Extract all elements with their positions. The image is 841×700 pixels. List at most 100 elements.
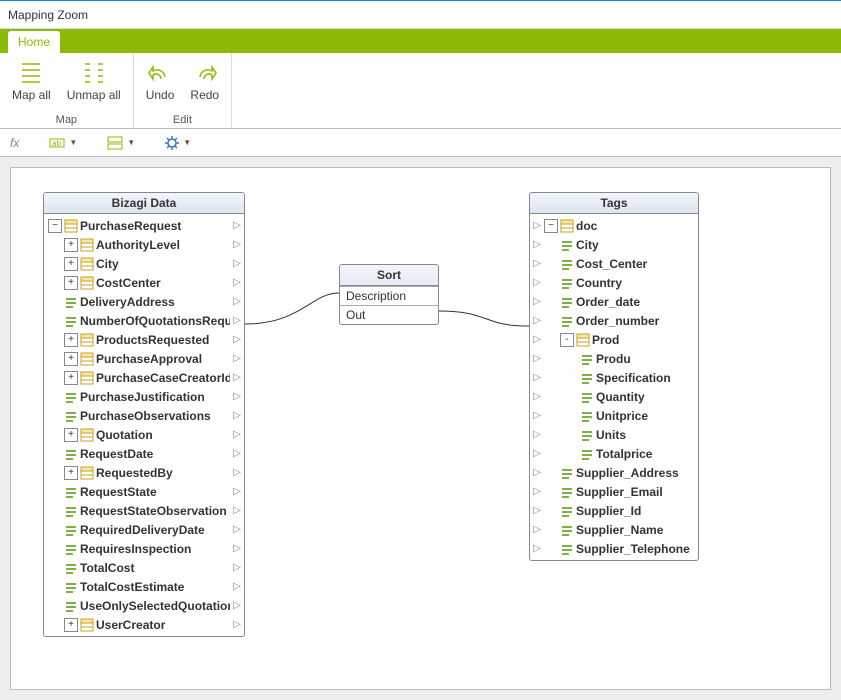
port-icon (230, 619, 244, 630)
tree-item[interactable]: RequiresInspection (44, 539, 244, 558)
redo-label: Redo (190, 88, 219, 102)
tree-item[interactable]: RequestDate (44, 444, 244, 463)
text-icon (64, 523, 78, 537)
redo-button[interactable]: Redo (184, 57, 225, 104)
tree-item-label: UseOnlySelectedQuotation (80, 599, 230, 613)
tree-item-child[interactable]: Produ (530, 349, 698, 368)
tree-item[interactable]: Cost_Center (530, 254, 698, 273)
port-icon (530, 391, 544, 402)
tree-item[interactable]: +PurchaseCaseCreatorId (44, 368, 244, 387)
text-icon (560, 276, 574, 290)
mapping-canvas[interactable]: Bizagi Data −PurchaseRequest+AuthorityLe… (10, 167, 831, 690)
expand-icon[interactable]: + (64, 466, 78, 480)
sort-node[interactable]: Sort Description Out (339, 264, 439, 325)
map-all-button[interactable]: Map all (6, 57, 57, 104)
tree-item[interactable]: RequiredDeliveryDate (44, 520, 244, 539)
tree-item[interactable]: Supplier_Name (530, 520, 698, 539)
tree-root[interactable]: −PurchaseRequest (44, 216, 244, 235)
tree-item-child[interactable]: Unitprice (530, 406, 698, 425)
collapse-icon[interactable]: − (48, 219, 62, 233)
tree-root[interactable]: −doc (530, 216, 698, 235)
sort-row-description[interactable]: Description (340, 286, 438, 305)
expand-icon[interactable]: + (64, 333, 78, 347)
tree-item[interactable]: +RequestedBy (44, 463, 244, 482)
expand-icon[interactable]: + (64, 371, 78, 385)
toolbar-item-1[interactable]: ab ▼ (49, 136, 77, 150)
tree-item[interactable]: NumberOfQuotationsRequir (44, 311, 244, 330)
tags-panel[interactable]: Tags −docCityCost_Center Country Order_dat… (529, 192, 699, 561)
ribbon-group-map-label: Map (56, 114, 77, 126)
text-icon (64, 561, 78, 575)
entity-icon (560, 219, 574, 233)
tree-item-label: AuthorityLevel (96, 238, 230, 252)
tree-item[interactable]: +City (44, 254, 244, 273)
ribbon: Map all Unmap all Map Undo (0, 53, 841, 129)
expand-icon[interactable]: + (64, 257, 78, 271)
tree-item-label: Supplier_Address (576, 466, 698, 480)
tab-home[interactable]: Home (8, 31, 60, 53)
toolbar-item-2[interactable]: ▼ (107, 136, 135, 150)
port-icon (230, 277, 244, 288)
toolbar-item-3[interactable]: ▼ (165, 136, 191, 150)
port-icon (530, 353, 544, 364)
expand-icon[interactable]: + (64, 276, 78, 290)
expand-icon[interactable]: + (64, 238, 78, 252)
port-icon (530, 429, 544, 440)
tree-item[interactable]: Supplier_Address (530, 463, 698, 482)
tree-item[interactable]: RequestStateObservation (44, 501, 244, 520)
tree-item[interactable]: +PurchaseApproval (44, 349, 244, 368)
port-icon (230, 391, 244, 402)
expand-icon[interactable]: + (64, 428, 78, 442)
tree-item[interactable]: PurchaseObservations (44, 406, 244, 425)
expand-icon[interactable]: - (560, 333, 574, 347)
tab-strip: Home (0, 29, 841, 53)
tree-item-child[interactable]: Specification (530, 368, 698, 387)
port-icon (530, 334, 544, 345)
unmap-all-button[interactable]: Unmap all (61, 57, 127, 104)
tree-item[interactable]: Supplier_Id (530, 501, 698, 520)
tree-item[interactable]: City (530, 235, 698, 254)
tree-item[interactable]: +CostCenter (44, 273, 244, 292)
ribbon-group-map: Map all Unmap all Map (0, 53, 134, 128)
sort-out-label: Out (340, 308, 438, 322)
tree-item[interactable]: Supplier_Email (530, 482, 698, 501)
bizagi-data-panel[interactable]: Bizagi Data −PurchaseRequest+AuthorityLe… (43, 192, 245, 637)
collapse-icon[interactable]: − (544, 219, 558, 233)
tree-item[interactable]: +Quotation (44, 425, 244, 444)
tree-item-child[interactable]: Quantity (530, 387, 698, 406)
tree-item[interactable]: + AuthorityLevel (44, 235, 244, 254)
entity-icon (80, 238, 94, 252)
text-icon (560, 466, 574, 480)
port-icon (230, 600, 244, 611)
tree-item[interactable]: TotalCostEstimate (44, 577, 244, 596)
tree-item[interactable]: DeliveryAddress (44, 292, 244, 311)
fx-button[interactable]: fx (10, 136, 19, 150)
tree-item[interactable]: Supplier_Telephone (530, 539, 698, 558)
tree-item-label: Country (576, 276, 698, 290)
text-icon (64, 542, 78, 556)
port-icon (230, 543, 244, 554)
undo-button[interactable]: Undo (140, 57, 181, 104)
expand-icon[interactable]: + (64, 618, 78, 632)
tree-item[interactable]: TotalCost (44, 558, 244, 577)
tree-item[interactable]: PurchaseJustification (44, 387, 244, 406)
tree-item[interactable]: + ProductsRequested (44, 330, 244, 349)
text-icon (64, 485, 78, 499)
tree-item-label: ProductsRequested (96, 333, 230, 347)
expand-icon[interactable]: + (64, 352, 78, 366)
tree-item[interactable]: RequestState (44, 482, 244, 501)
tree-item[interactable]: Country (530, 273, 698, 292)
tree-item-label: TotalCostEstimate (80, 580, 230, 594)
panel-header: Tags (530, 193, 698, 214)
tree-item-child[interactable]: Totalprice (530, 444, 698, 463)
tree-item-label: Specification (596, 371, 698, 385)
tree-item[interactable]: Order_date (530, 292, 698, 311)
tree-item[interactable]: UseOnlySelectedQuotation (44, 596, 244, 615)
port-icon (530, 410, 544, 421)
port-icon (230, 448, 244, 459)
tree-item[interactable]: -Prod (530, 330, 698, 349)
tree-item[interactable]: +UserCreator (44, 615, 244, 634)
tree-item-child[interactable]: Units (530, 425, 698, 444)
tree-item[interactable]: Order_number (530, 311, 698, 330)
sort-row-out[interactable]: Out (340, 305, 438, 324)
